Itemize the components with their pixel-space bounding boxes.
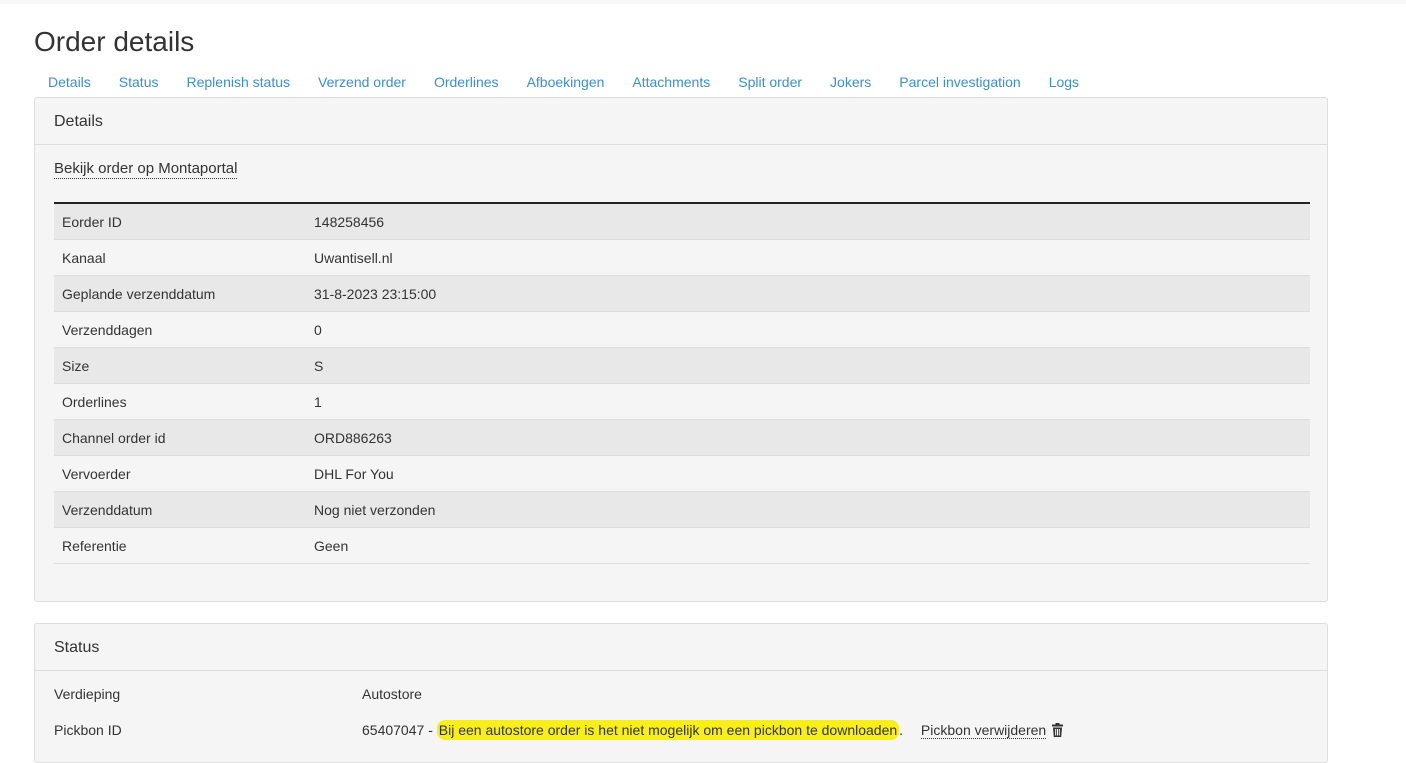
row-label: Verzenddagen [54, 311, 306, 348]
top-strip [0, 0, 1406, 4]
table-row: Geplande verzenddatum 31-8-2023 23:15:00 [54, 275, 1310, 312]
trash-icon[interactable] [1052, 722, 1064, 742]
tab-split-order[interactable]: Split order [724, 70, 816, 96]
table-row: Verzenddatum Nog niet verzonden [54, 491, 1310, 528]
tab-orderlines[interactable]: Orderlines [420, 70, 513, 96]
tab-verzend-order[interactable]: Verzend order [304, 70, 420, 96]
row-value: Uwantisell.nl [306, 239, 1310, 276]
tab-jokers[interactable]: Jokers [816, 70, 885, 96]
row-label: Verzenddatum [54, 491, 306, 528]
row-value: Geen [306, 527, 1310, 564]
remove-pickbon-link[interactable]: Pickbon verwijderen [920, 722, 1047, 739]
table-row: Vervoerder DHL For You [54, 455, 1310, 492]
tab-logs[interactable]: Logs [1035, 70, 1093, 96]
pickbon-period: . [899, 722, 904, 738]
pickbon-separator: - [428, 722, 433, 738]
page-title: Order details [34, 26, 195, 57]
details-table: Eorder ID 148258456 Kanaal Uwantisell.nl… [54, 202, 1310, 564]
table-row: Referentie Geen [54, 527, 1310, 564]
pickbon-label: Pickbon ID [54, 722, 122, 738]
row-value: S [306, 347, 1310, 384]
tab-status[interactable]: Status [105, 70, 173, 96]
details-panel: Details Bekijk order op Montaportal Eord… [34, 97, 1328, 602]
table-row: Kanaal Uwantisell.nl [54, 239, 1310, 276]
status-panel: Status Verdieping Autostore Pickbon ID 6… [34, 623, 1328, 763]
row-value: ORD886263 [306, 419, 1310, 456]
pickbon-id: 65407047 [362, 722, 425, 738]
table-row: Channel order id ORD886263 [54, 419, 1310, 456]
row-value: Nog niet verzonden [306, 491, 1310, 528]
row-value: 0 [306, 311, 1310, 348]
row-value: DHL For You [306, 455, 1310, 492]
tab-afboekingen[interactable]: Afboekingen [513, 70, 619, 96]
row-label: Vervoerder [54, 455, 306, 492]
table-row: Eorder ID 148258456 [54, 203, 1310, 240]
row-label: Referentie [54, 527, 306, 564]
tab-attachments[interactable]: Attachments [618, 70, 724, 96]
row-label: Size [54, 347, 306, 384]
tab-replenish-status[interactable]: Replenish status [173, 70, 305, 96]
floor-value: Autostore [362, 686, 422, 702]
row-label: Geplande verzenddatum [54, 275, 306, 312]
tab-details[interactable]: Details [34, 70, 105, 96]
row-value: 148258456 [306, 203, 1310, 240]
table-row: Verzenddagen 0 [54, 311, 1310, 348]
pickbon-message: Bij een autostore order is het niet moge… [436, 720, 900, 740]
details-panel-heading: Details [35, 98, 1327, 145]
tab-bar: Details Status Replenish status Verzend … [34, 70, 1330, 96]
row-value: 31-8-2023 23:15:00 [306, 275, 1310, 312]
row-label: Channel order id [54, 419, 306, 456]
row-label: Eorder ID [54, 203, 306, 240]
status-panel-heading: Status [35, 624, 1327, 671]
floor-label: Verdieping [54, 686, 121, 702]
tab-parcel-investigation[interactable]: Parcel investigation [885, 70, 1034, 96]
row-label: Orderlines [54, 383, 306, 420]
table-row: Size S [54, 347, 1310, 384]
row-value: 1 [306, 383, 1310, 420]
table-row: Orderlines 1 [54, 383, 1310, 420]
montaportal-link[interactable]: Bekijk order op Montaportal [54, 160, 238, 179]
pickbon-value: 65407047 - Bij een autostore order is he… [362, 720, 1064, 742]
row-label: Kanaal [54, 239, 306, 276]
